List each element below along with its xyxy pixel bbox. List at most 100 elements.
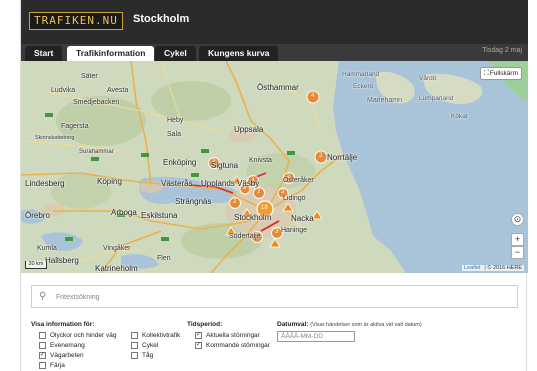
current-date: Tisdag 2 maj — [482, 47, 522, 54]
zoom-in-button[interactable]: + — [511, 233, 524, 246]
expand-icon: ⛶ — [483, 70, 489, 77]
tab-cykel[interactable]: Cykel — [155, 46, 196, 61]
checkbox-label: Cykel — [142, 342, 159, 349]
app-frame: TRAFIKEN.NU Stockholm Start Trafikinform… — [20, 0, 528, 371]
cluster-count: 3 — [275, 229, 279, 235]
fullscreen-button[interactable]: ⛶Fullskärm — [479, 67, 522, 80]
search-input[interactable] — [56, 291, 496, 303]
place-label: Sigtuna — [211, 161, 239, 170]
checkbox-label: Aktuella störningar — [206, 332, 260, 339]
place-label: Lidingö — [283, 195, 306, 202]
tab-start[interactable]: Start — [25, 46, 63, 61]
place-label: Vingåker — [103, 245, 131, 252]
leaflet-link[interactable]: Leaflet — [464, 265, 481, 271]
place-label: Eskilstuna — [141, 211, 178, 220]
main-tabs: Start Trafikinformation Cykel Kungens ku… — [21, 44, 528, 61]
place-label: Västerås — [161, 179, 193, 188]
place-label: Köping — [97, 177, 122, 186]
checkbox-label: Olyckor och hinder väg — [50, 332, 117, 339]
period-title: Tidsperiod: — [187, 321, 223, 328]
filter-evenemang[interactable]: Evenemang — [39, 342, 85, 349]
place-label: Österåker — [283, 177, 314, 184]
zoom-out-button[interactable]: − — [511, 246, 524, 259]
checkbox[interactable] — [39, 332, 46, 339]
checkbox[interactable] — [131, 332, 138, 339]
place-label: Eckerö — [353, 83, 374, 90]
place-label: Södertälje — [229, 233, 261, 240]
place-label: Säter — [81, 73, 98, 80]
place-label: Uppsala — [234, 125, 264, 134]
date-title: Datumval: (Visar händelser som är aktiva… — [277, 321, 422, 328]
tab-kungens-kurva[interactable]: Kungens kurva — [199, 46, 279, 61]
checkbox-checked[interactable]: ✓ — [39, 352, 46, 359]
city-title: Stockholm — [133, 13, 190, 25]
checkbox[interactable] — [39, 342, 46, 349]
search-icon: ⚲ — [39, 291, 47, 302]
place-label: Kökar — [451, 113, 468, 120]
place-label: Hallsberg — [45, 256, 79, 265]
place-label: Katrineholm — [95, 264, 138, 273]
date-input[interactable]: ÅÅÅÅ-MM-DD — [277, 331, 355, 342]
period-kommande[interactable]: ✓ Kommande störningar — [195, 342, 270, 349]
place-label: Enköping — [163, 158, 197, 167]
cluster-count: 2 — [233, 199, 237, 205]
here-copyright: | © 2016 HERE — [484, 265, 522, 271]
place-label: Lumparland — [419, 95, 454, 102]
top-header: TRAFIKEN.NU Stockholm — [21, 0, 528, 44]
checkbox-checked[interactable]: ✓ — [195, 332, 202, 339]
filter-tag[interactable]: Tåg — [131, 352, 153, 359]
place-label: Strängnäs — [175, 197, 212, 206]
place-label: Avesta — [107, 87, 129, 94]
checkbox-label: Evenemang — [50, 342, 85, 349]
place-label: Nacka — [291, 214, 314, 223]
place-label: Arboga — [111, 208, 137, 217]
cluster-count: 4 — [311, 93, 315, 99]
date-hint: (Visar händelser som är aktiva vid valt … — [310, 322, 422, 328]
filter-farja[interactable]: Färja — [39, 362, 65, 369]
map-tiles — [21, 61, 528, 273]
period-aktuella[interactable]: ✓ Aktuella störningar — [195, 332, 260, 339]
checkbox-label: Kommande störningar — [206, 342, 270, 349]
place-label: Östhammar — [257, 83, 299, 92]
checkbox[interactable] — [39, 362, 46, 369]
cluster-count: 2 — [319, 153, 323, 159]
filter-kollektivtrafik[interactable]: Kollektivtrafik — [131, 332, 180, 339]
place-label: Hammarland — [342, 71, 380, 78]
checkbox[interactable] — [131, 352, 138, 359]
cluster-count: 2 — [257, 189, 261, 195]
traffic-map[interactable]: 4 2 2 3 2 2 18 2 3 5 3 2 Säter Ludvika A… — [21, 61, 528, 273]
place-label: Heby — [167, 117, 184, 124]
place-label: Haninge — [281, 227, 308, 234]
show-info-title: Visa information för: — [31, 321, 95, 328]
place-label: Upplands Väsby — [201, 179, 260, 188]
checkbox-label: Tåg — [142, 352, 154, 359]
checkbox-label: Vägarbeten — [50, 352, 84, 359]
place-label: Vårdö — [419, 75, 437, 82]
place-label: Stockholm — [234, 213, 272, 222]
map-scale: 20 km — [25, 261, 47, 269]
place-label: Knivsta — [249, 157, 272, 164]
place-label: Lindesberg — [25, 179, 65, 188]
place-label: Norrtälje — [327, 153, 358, 162]
place-label: Ludvika — [51, 87, 76, 94]
filter-vagarbeten[interactable]: ✓ Vägarbeten — [39, 352, 84, 359]
date-title-text: Datumval: — [277, 321, 309, 328]
search-box: ⚲ — [31, 285, 518, 308]
place-label: Fagersta — [61, 123, 89, 130]
place-label: Örebro — [25, 211, 50, 220]
tab-trafikinformation[interactable]: Trafikinformation — [67, 46, 155, 61]
fullscreen-label: Fullskärm — [489, 70, 518, 77]
target-icon[interactable]: ⊙ — [511, 213, 524, 226]
filter-olyckor[interactable]: Olyckor och hinder väg — [39, 332, 116, 339]
checkbox-checked[interactable]: ✓ — [195, 342, 202, 349]
filter-cykel[interactable]: Cykel — [131, 342, 158, 349]
place-label: Surahammar — [79, 149, 114, 155]
site-logo[interactable]: TRAFIKEN.NU — [29, 12, 123, 30]
checkbox-label: Färja — [50, 362, 65, 369]
cluster-count: 18 — [261, 205, 268, 211]
checkbox[interactable] — [131, 342, 138, 349]
place-label: Mariehamn — [367, 97, 403, 104]
place-label: Kumla — [37, 245, 57, 252]
checkbox-label: Kollektivtrafik — [142, 332, 181, 339]
map-attribution: Leaflet | © 2016 HERE — [461, 265, 524, 271]
